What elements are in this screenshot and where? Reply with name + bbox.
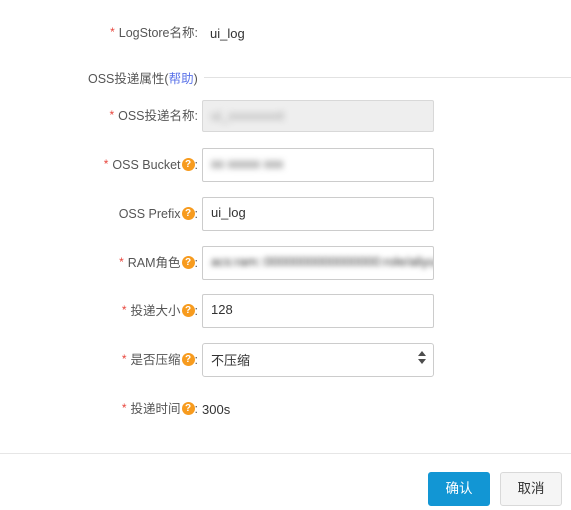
oss-delivery-name-value: ui_xxxxxxxxt bbox=[211, 108, 284, 123]
required-asterisk: * bbox=[110, 25, 115, 39]
compression-label-text: 是否压缩 bbox=[130, 352, 181, 367]
oss-bucket-label: * OSS Bucket ? : bbox=[0, 157, 198, 172]
help-icon[interactable]: ? bbox=[181, 206, 195, 220]
oss-bucket-input[interactable]: xx xxxxx xxx bbox=[202, 148, 434, 182]
compression-label: * 是否压缩 ? : bbox=[0, 352, 198, 367]
ram-role-row: * RAM角色 ? : acs:ram::0000000000000000:ro… bbox=[0, 246, 571, 280]
oss-bucket-row: * OSS Bucket ? : xx xxxxx xxx bbox=[0, 148, 571, 182]
delivery-time-label: * 投递时间 ? : bbox=[0, 401, 198, 416]
oss-bucket-label-text: OSS Bucket bbox=[112, 157, 181, 172]
section-title-suffix: ) bbox=[193, 71, 198, 86]
compression-row: * 是否压缩 ? : 不压缩 bbox=[0, 343, 571, 377]
label-colon: : bbox=[194, 303, 198, 318]
ram-role-label: * RAM角色 ? : bbox=[0, 255, 198, 270]
compression-field: 不压缩 bbox=[202, 343, 434, 377]
ram-role-value-redacted: acs:ram::0000000000000000:role/aliyun bbox=[211, 254, 434, 269]
ram-role-field: acs:ram::0000000000000000:role/aliyununl bbox=[202, 246, 434, 280]
oss-prefix-row: * OSS Prefix ? : ui_log bbox=[0, 197, 571, 231]
ram-role-label-text: RAM角色 bbox=[127, 255, 181, 270]
section-divider bbox=[203, 76, 571, 78]
oss-delivery-name-field: ui_xxxxxxxxt bbox=[202, 100, 434, 132]
logstore-name-row: * LogStore名称: ui_log bbox=[0, 22, 571, 44]
delivery-time-value: 300s bbox=[202, 401, 231, 417]
footer-actions: 确认 取消 bbox=[0, 472, 571, 508]
ram-role-input[interactable]: acs:ram::0000000000000000:role/aliyununl bbox=[202, 246, 434, 280]
delivery-size-label: * 投递大小 ? : bbox=[0, 303, 198, 318]
confirm-button[interactable]: 确认 bbox=[428, 472, 490, 506]
delivery-time-row: * 投递时间 ? : 300s bbox=[0, 398, 571, 420]
cancel-button[interactable]: 取消 bbox=[500, 472, 562, 506]
required-asterisk: * bbox=[119, 255, 124, 269]
oss-properties-section-header: OSS投递属性(帮助) bbox=[0, 68, 571, 86]
oss-bucket-value: xx xxxxx xxx bbox=[211, 156, 284, 171]
required-asterisk: * bbox=[121, 303, 127, 317]
oss-delivery-name-label-text: OSS投递名称 bbox=[118, 108, 195, 123]
section-title: OSS投递属性(帮助) bbox=[0, 68, 198, 87]
delivery-size-label-text: 投递大小 bbox=[130, 303, 181, 318]
oss-delivery-name-input[interactable]: ui_xxxxxxxxt bbox=[202, 100, 434, 132]
footer-divider bbox=[0, 453, 571, 454]
oss-bucket-field: xx xxxxx xxx bbox=[202, 148, 434, 182]
logstore-name-value: ui_log bbox=[210, 25, 245, 41]
oss-delivery-config-panel: * LogStore名称: ui_log OSS投递属性(帮助) * OSS投递… bbox=[0, 0, 571, 510]
label-colon: : bbox=[194, 255, 198, 270]
oss-delivery-name-label: * OSS投递名称 : bbox=[0, 108, 198, 123]
delivery-size-field: 128 bbox=[202, 294, 434, 328]
label-colon: : bbox=[194, 352, 198, 367]
label-colon: : bbox=[194, 157, 198, 172]
help-icon[interactable]: ? bbox=[181, 401, 195, 415]
required-asterisk: * bbox=[121, 352, 127, 366]
oss-prefix-input[interactable]: ui_log bbox=[202, 197, 434, 231]
oss-prefix-value: ui_log bbox=[211, 205, 246, 220]
help-icon[interactable]: ? bbox=[181, 255, 195, 269]
required-asterisk: * bbox=[121, 401, 127, 415]
delivery-size-value: 128 bbox=[211, 302, 233, 317]
help-link[interactable]: 帮助 bbox=[169, 72, 194, 86]
delivery-size-row: * 投递大小 ? : 128 bbox=[0, 294, 571, 328]
oss-prefix-field: ui_log bbox=[202, 197, 434, 231]
oss-prefix-label: * OSS Prefix ? : bbox=[0, 206, 198, 221]
oss-prefix-label-text: OSS Prefix bbox=[118, 206, 181, 221]
compression-select-wrapper: 不压缩 bbox=[202, 343, 434, 377]
label-colon: : bbox=[194, 108, 198, 123]
label-colon: : bbox=[194, 206, 198, 221]
help-icon[interactable]: ? bbox=[181, 303, 195, 317]
help-icon[interactable]: ? bbox=[181, 352, 195, 366]
delivery-time-label-text: 投递时间 bbox=[130, 401, 181, 416]
logstore-name-label-text: LogStore名称: bbox=[118, 25, 198, 40]
required-asterisk: * bbox=[103, 157, 109, 171]
oss-delivery-name-row: * OSS投递名称 : ui_xxxxxxxxt bbox=[0, 99, 571, 133]
delivery-size-input[interactable]: 128 bbox=[202, 294, 434, 328]
logstore-name-label: * LogStore名称: bbox=[0, 25, 198, 40]
required-asterisk: * bbox=[109, 108, 115, 122]
compression-select[interactable]: 不压缩 bbox=[202, 343, 434, 377]
help-icon[interactable]: ? bbox=[181, 157, 195, 171]
section-title-prefix: OSS投递属性( bbox=[88, 71, 169, 86]
